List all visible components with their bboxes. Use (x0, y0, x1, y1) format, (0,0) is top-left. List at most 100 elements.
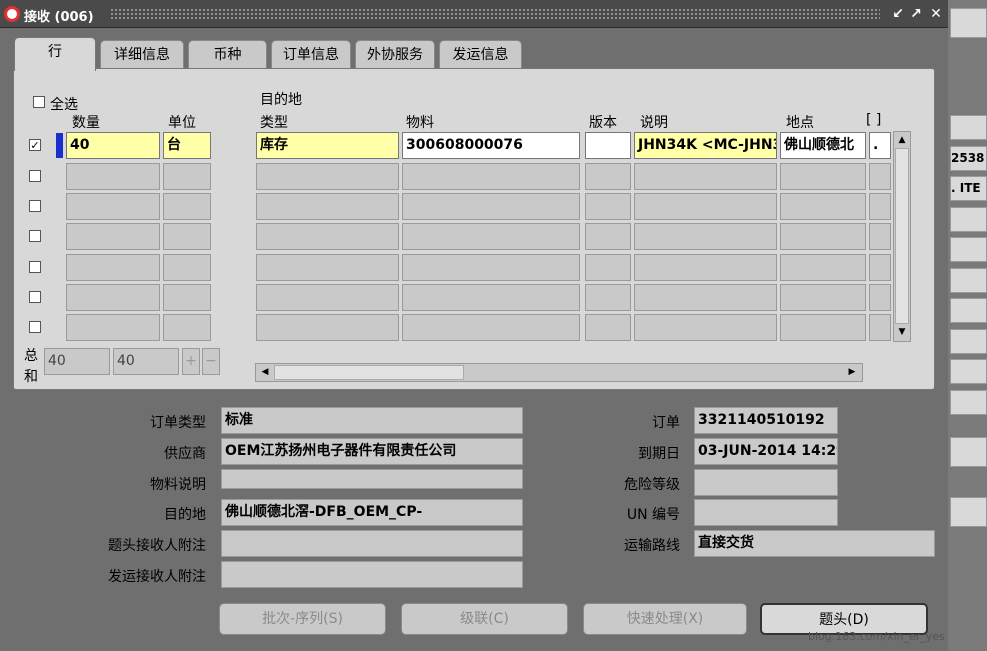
scroll-down-icon[interactable]: ▼ (896, 326, 908, 338)
item-field[interactable] (402, 163, 580, 190)
description-field[interactable] (634, 254, 777, 281)
tab-outside-services[interactable]: 外协服务 (355, 40, 435, 68)
select-all-checkbox[interactable] (33, 96, 45, 108)
item-field[interactable] (402, 284, 580, 311)
revision-field[interactable] (585, 223, 631, 250)
tab-lines[interactable]: 行 (14, 37, 96, 71)
tab-shipment-info[interactable]: 发运信息 (439, 40, 522, 68)
item-field[interactable] (402, 254, 580, 281)
unit-field[interactable] (163, 284, 211, 311)
extra-field[interactable] (869, 193, 891, 220)
extra-field[interactable] (869, 223, 891, 250)
destination-type-field[interactable] (256, 284, 399, 311)
revision-field[interactable] (585, 284, 631, 311)
item-field[interactable] (402, 314, 580, 341)
scroll-up-icon[interactable]: ▲ (896, 134, 908, 146)
location-field[interactable] (780, 193, 866, 220)
routing-field[interactable]: 直接交货 (694, 530, 935, 557)
item-description-field[interactable] (221, 469, 523, 489)
revision-field[interactable] (585, 314, 631, 341)
row-select-checkbox[interactable] (29, 291, 41, 303)
destination-type-field[interactable] (256, 254, 399, 281)
revision-field[interactable] (585, 163, 631, 190)
tab-currency[interactable]: 币种 (188, 40, 267, 68)
row-select-checkbox[interactable] (29, 321, 41, 333)
unit-field[interactable]: 台 (163, 132, 211, 159)
quantity-field[interactable]: 40 (66, 132, 160, 159)
description-field[interactable] (634, 314, 777, 341)
extra-field[interactable] (869, 284, 891, 311)
row-select-checkbox[interactable] (29, 261, 41, 273)
item-field[interactable] (402, 193, 580, 220)
un-number-field[interactable] (694, 499, 838, 526)
location-field[interactable] (780, 254, 866, 281)
tab-details[interactable]: 详细信息 (100, 40, 184, 68)
row-select-checkbox[interactable]: ✓ (29, 139, 41, 151)
header-receiver-note-field[interactable] (221, 530, 523, 557)
remove-row-icon[interactable]: − (202, 348, 220, 375)
revision-field[interactable] (585, 132, 631, 159)
location-field[interactable]: 佛山顺德北 (780, 132, 866, 159)
extra-field[interactable] (869, 314, 891, 341)
quantity-field[interactable] (66, 223, 160, 250)
quick-process-button[interactable]: 快速处理(X) (583, 603, 747, 635)
row-select-checkbox[interactable] (29, 170, 41, 182)
row-select-checkbox[interactable] (29, 200, 41, 212)
horizontal-scrollbar[interactable]: ◀ ▶ (255, 363, 863, 382)
cascade-button[interactable]: 级联(C) (401, 603, 568, 635)
quantity-field[interactable] (66, 193, 160, 220)
location-field[interactable] (780, 223, 866, 250)
destination-type-field[interactable] (256, 193, 399, 220)
destination-field[interactable]: 佛山顺德北滘-DFB_OEM_CP- (221, 499, 523, 526)
revision-field[interactable] (585, 193, 631, 220)
location-field[interactable] (780, 314, 866, 341)
quantity-field[interactable] (66, 284, 160, 311)
due-date-field[interactable]: 03-JUN-2014 14:29 (694, 438, 838, 465)
lot-serial-button[interactable]: 批次-序列(S) (219, 603, 386, 635)
minimize-icon[interactable]: ↙ (890, 5, 906, 23)
quantity-field[interactable] (66, 163, 160, 190)
destination-type-field[interactable]: 库存 (256, 132, 399, 159)
revision-field[interactable] (585, 254, 631, 281)
scroll-right-icon[interactable]: ▶ (846, 366, 858, 379)
add-row-icon[interactable]: + (182, 348, 200, 375)
item-field[interactable] (402, 223, 580, 250)
scroll-thumb[interactable] (274, 365, 464, 380)
row-select-checkbox[interactable] (29, 230, 41, 242)
description-field[interactable]: JHN34K <MC-JHN3 (634, 132, 777, 159)
unit-field[interactable] (163, 193, 211, 220)
shipment-receiver-note-field[interactable] (221, 561, 523, 588)
oracle-logo-icon (4, 6, 20, 22)
column-header-type: 类型 (260, 115, 288, 131)
destination-type-field[interactable] (256, 163, 399, 190)
column-header-extra: [ ] (866, 112, 882, 128)
maximize-icon[interactable]: ↗ (908, 5, 924, 23)
location-field[interactable] (780, 163, 866, 190)
extra-field[interactable] (869, 254, 891, 281)
hazard-class-field[interactable] (694, 469, 838, 496)
quantity-field[interactable] (66, 254, 160, 281)
extra-field[interactable]: . (869, 132, 891, 159)
unit-field[interactable] (163, 254, 211, 281)
scroll-left-icon[interactable]: ◀ (259, 366, 271, 379)
extra-field[interactable] (869, 163, 891, 190)
supplier-field[interactable]: OEM江苏扬州电子器件有限责任公司 (221, 438, 523, 465)
scroll-thumb[interactable] (895, 148, 909, 324)
location-field[interactable] (780, 284, 866, 311)
quantity-field[interactable] (66, 314, 160, 341)
tab-order-info[interactable]: 订单信息 (271, 40, 351, 68)
destination-type-field[interactable] (256, 314, 399, 341)
order-number-field[interactable]: 3321140510192 (694, 407, 838, 434)
order-type-field[interactable]: 标准 (221, 407, 523, 434)
unit-field[interactable] (163, 163, 211, 190)
close-icon[interactable]: ✕ (928, 5, 944, 23)
description-field[interactable] (634, 163, 777, 190)
destination-type-field[interactable] (256, 223, 399, 250)
unit-field[interactable] (163, 314, 211, 341)
item-field[interactable]: 300608000076 (402, 132, 580, 159)
description-field[interactable] (634, 223, 777, 250)
description-field[interactable] (634, 193, 777, 220)
unit-field[interactable] (163, 223, 211, 250)
description-field[interactable] (634, 284, 777, 311)
vertical-scrollbar[interactable]: ▲ ▼ (893, 131, 911, 342)
